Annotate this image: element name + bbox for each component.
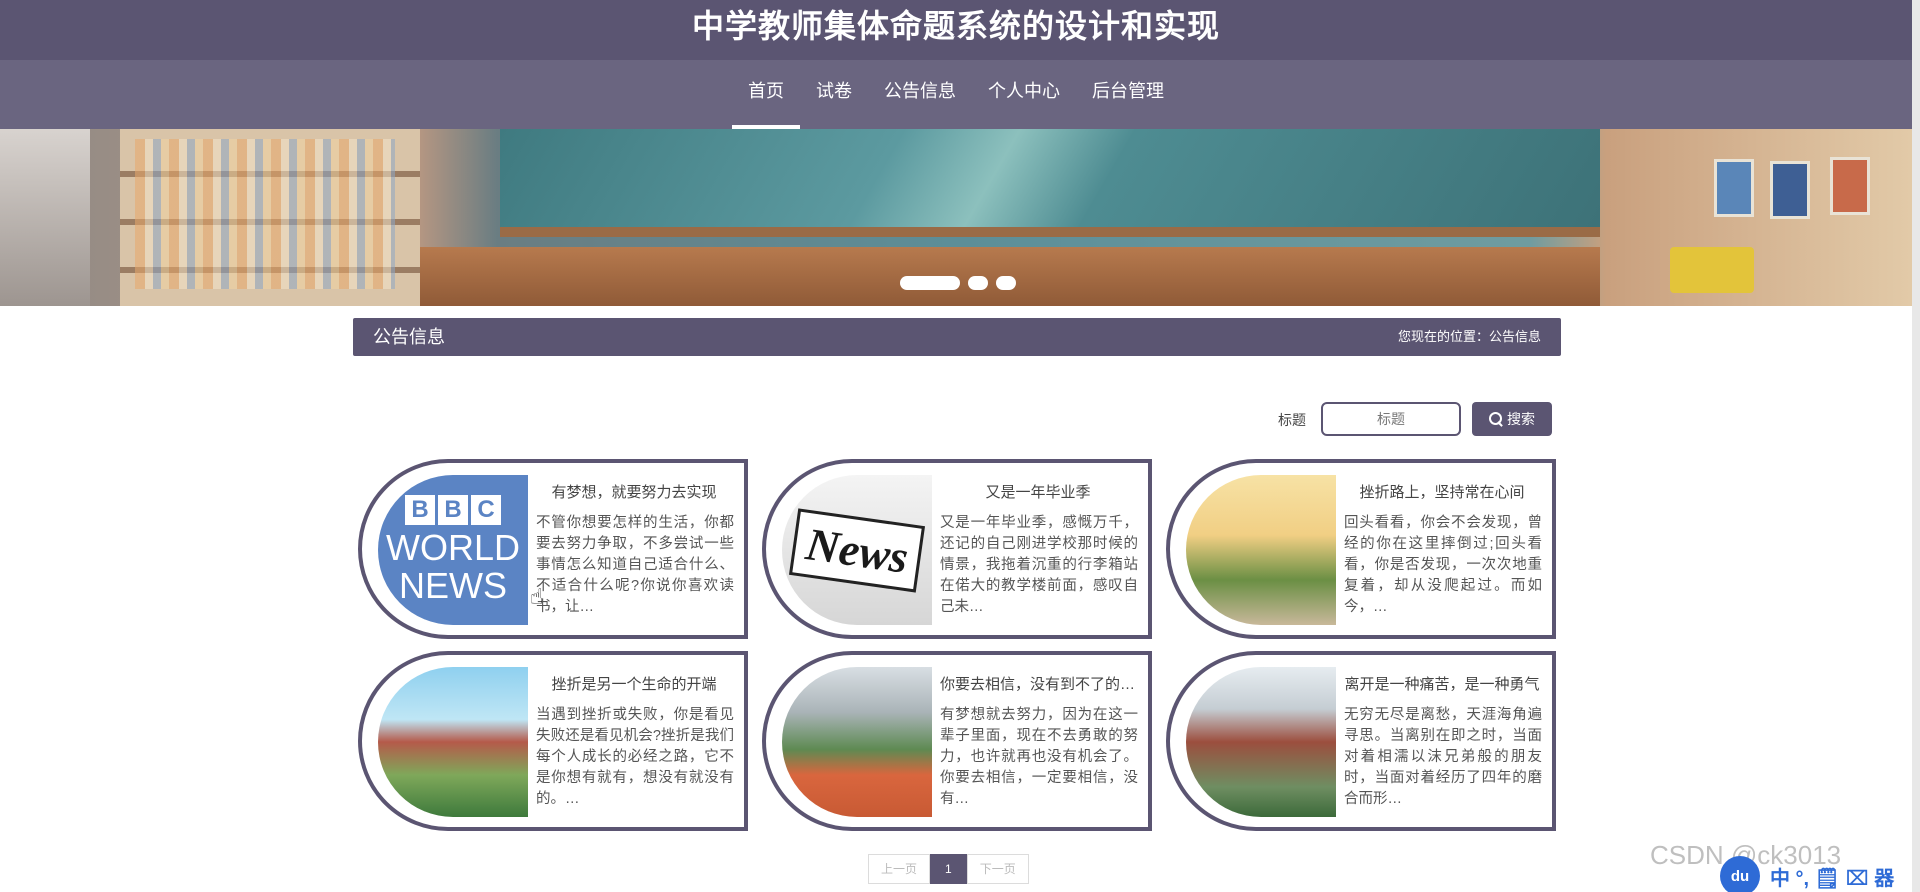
nav-item-announcements[interactable]: 公告信息 xyxy=(868,60,972,129)
page-scrollbar[interactable] xyxy=(1912,0,1920,892)
section-title: 公告信息 xyxy=(373,327,445,347)
news-newspaper-icon: News xyxy=(782,475,932,625)
announcement-card[interactable]: News 又是一年毕业季 又是一年毕业季，感慨万千，还记的自己刚进学校那时候的情… xyxy=(762,459,1152,639)
card-title: 你要去相信，没有到不了的明天 xyxy=(940,676,1136,693)
sports-field-image xyxy=(782,667,932,817)
main-navbar: 首页 试卷 公告信息 个人中心 后台管理 xyxy=(0,60,1912,129)
prev-page-button[interactable]: 上一页 xyxy=(868,854,931,884)
card-summary: 当遇到挫折或失败，你是看见失败还是看见机会?挫折是我们每个人成长的必经之路，它不… xyxy=(536,707,734,807)
carousel-dot-3[interactable] xyxy=(996,276,1016,290)
hand-cursor-icon: ☝ xyxy=(530,584,544,609)
current-page-button[interactable]: 1 xyxy=(930,854,967,884)
top-header: 中学教师集体命题系统的设计和实现 xyxy=(0,0,1912,60)
announcement-card[interactable]: 挫折是另一个生命的开端 当遇到挫折或失败，你是看见失败还是看见机会?挫折是我们每… xyxy=(358,651,748,831)
ime-toolbar-text[interactable]: 中 °, 🗒 ⌧ 器 xyxy=(1770,862,1894,891)
ime-toolbar: du 中 °, 🗒 ⌧ 器 xyxy=(1720,856,1894,892)
campus-building-image xyxy=(378,667,528,817)
next-page-button[interactable]: 下一页 xyxy=(966,854,1029,884)
announcement-card[interactable]: 挫折路上，坚持常在心间 回头看看，你会不会发现，曾经的你在这里摔倒过;回头看看，… xyxy=(1166,459,1556,639)
pagination: 上一页 1 下一页 xyxy=(868,854,1029,884)
search-icon xyxy=(1489,412,1503,426)
banner-poster xyxy=(1770,161,1810,219)
banner-basket xyxy=(1670,247,1754,293)
campus-trees-image xyxy=(1186,475,1336,625)
breadcrumb: 您现在的位置：公告信息 xyxy=(1397,329,1541,344)
card-title: 离开是一种痛苦，是一种勇气 xyxy=(1344,676,1540,693)
bbc-world-news-logo-icon: BBC WORLD NEWS xyxy=(378,475,528,625)
announcement-card[interactable]: 你要去相信，没有到不了的明天 有梦想就去努力，因为在这一辈子里面，现在不去勇敢的… xyxy=(762,651,1152,831)
card-summary: 无穷无尽是离愁，天涯海角遍寻思。当离别在即之时，当面对着相濡以沫兄弟般的朋友时，… xyxy=(1344,707,1542,807)
announcement-card[interactable]: BBC WORLD NEWS 有梦想，就要努力去实现 不管你想要怎样的生活，你都… xyxy=(358,459,748,639)
banner-carousel xyxy=(0,129,1912,306)
search-input[interactable] xyxy=(1321,402,1461,436)
banner-blackboard xyxy=(500,129,1600,237)
site-title: 中学教师集体命题系统的设计和实现 xyxy=(691,8,1220,44)
campus-gate-image xyxy=(1186,667,1336,817)
announcement-card[interactable]: 离开是一种痛苦，是一种勇气 无穷无尽是离愁，天涯海角遍寻思。当离别在即之时，当面… xyxy=(1166,651,1556,831)
carousel-dot-2[interactable] xyxy=(968,276,988,290)
card-summary: 回头看看，你会不会发现，曾经的你在这里摔倒过;回头看看，你是否发现，一次次地重复… xyxy=(1344,515,1542,615)
nav-item-admin[interactable]: 后台管理 xyxy=(1076,60,1180,129)
card-title: 又是一年毕业季 xyxy=(985,484,1091,501)
banner-books xyxy=(135,139,395,289)
card-title: 挫折是另一个生命的开端 xyxy=(551,676,717,693)
banner-poster xyxy=(1714,159,1754,217)
carousel-indicators xyxy=(900,276,1016,290)
search-label: 标题 xyxy=(1278,412,1306,428)
card-summary: 不管你想要怎样的生活，你都要去努力争取，不多尝试一些事情怎么知道自己适合什么、不… xyxy=(536,515,734,615)
card-summary: 有梦想就去努力，因为在这一辈子里面，现在不去勇敢的努力，也许就再也没有机会了。你… xyxy=(940,707,1138,807)
banner-window xyxy=(0,129,90,306)
banner-poster xyxy=(1830,157,1870,215)
carousel-dot-1[interactable] xyxy=(900,276,960,290)
search-button[interactable]: 搜索 xyxy=(1472,402,1552,436)
nav-item-home[interactable]: 首页 xyxy=(732,60,800,129)
card-summary: 又是一年毕业季，感慨万千，还记的自己刚进学校那时候的情景，我拖着沉重的行李箱站在… xyxy=(940,515,1138,615)
nav-item-personal-center[interactable]: 个人中心 xyxy=(972,60,1076,129)
nav-menu: 首页 试卷 公告信息 个人中心 后台管理 xyxy=(0,60,1912,129)
section-header: 公告信息 您现在的位置：公告信息 xyxy=(353,318,1561,356)
card-title: 挫折路上，坚持常在心间 xyxy=(1359,484,1525,501)
baidu-ime-icon[interactable]: du xyxy=(1720,856,1760,892)
nav-item-exam-papers[interactable]: 试卷 xyxy=(800,60,868,129)
card-title: 有梦想，就要努力去实现 xyxy=(551,484,717,501)
search-button-label: 搜索 xyxy=(1507,411,1535,427)
